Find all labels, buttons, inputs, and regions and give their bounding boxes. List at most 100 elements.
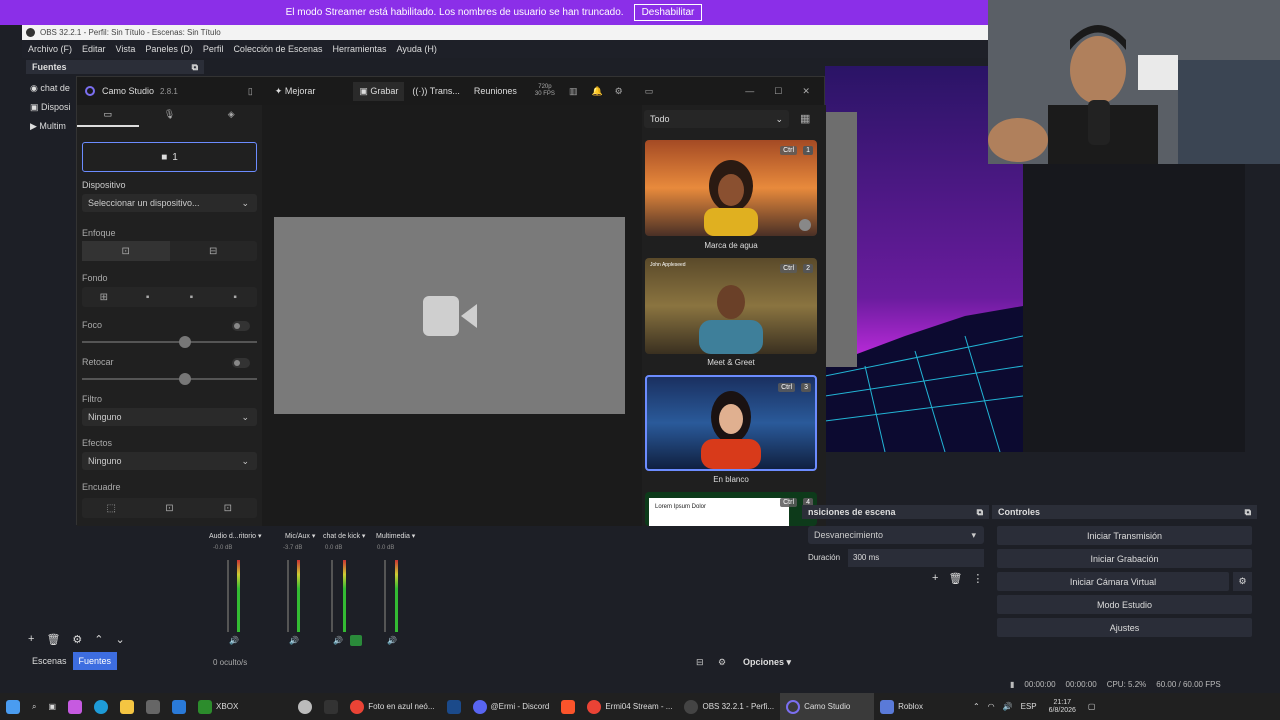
trash-icon[interactable]: 🗑 [948, 572, 962, 585]
scene-card[interactable]: John Appleseed Ctrl 2 [645, 258, 817, 354]
up-icon[interactable]: ⌃ [94, 633, 103, 646]
mixer-channel-name[interactable]: Audio d...ritorio ▾ [209, 532, 281, 540]
taskbar-discord[interactable]: @Ermi - Discord [467, 693, 556, 720]
bg-blur-icon[interactable]: ▪ [126, 287, 170, 307]
copilot-icon[interactable] [62, 693, 88, 720]
more-icon[interactable]: ⋮ [972, 572, 983, 585]
taskbar-camo[interactable]: Camo Studio [780, 693, 875, 720]
overlay-tab-icon[interactable]: ◈ [200, 105, 262, 127]
speaker-icon[interactable]: 🔊 [387, 636, 397, 645]
slider-knob[interactable] [179, 373, 191, 385]
studio-mode-button[interactable]: Modo Estudio [997, 595, 1252, 614]
manual-focus-icon[interactable]: ⊟ [170, 241, 258, 261]
tab-escenas[interactable]: Escenas [26, 652, 73, 670]
device-select[interactable]: Seleccionar un dispositivo... ⌄ [82, 194, 257, 212]
grid-view-icon[interactable]: ▦ [800, 112, 810, 125]
menu-perfil[interactable]: Perfil [203, 44, 224, 54]
sidebar-toggle-icon[interactable]: ▯ [248, 86, 253, 97]
bell-icon[interactable]: 🔔 [591, 86, 602, 97]
volume-fader[interactable] [331, 560, 333, 632]
app-icon[interactable] [166, 693, 192, 720]
volume-icon[interactable]: 🔊 [1003, 702, 1013, 711]
video-tab-icon[interactable]: ▭ [77, 105, 139, 127]
improve-button[interactable]: ✦ Mejorar [275, 86, 316, 97]
volume-fader[interactable] [227, 560, 229, 632]
tray-chevron-icon[interactable]: ⌃ [973, 702, 980, 711]
tab-fuentes[interactable]: Fuentes [72, 652, 118, 670]
scene-card[interactable]: Ctrl 1 [645, 140, 817, 236]
add-icon[interactable]: + [28, 633, 34, 646]
down-icon[interactable]: ⌄ [116, 633, 125, 646]
menu-herramientas[interactable]: Herramientas [333, 44, 387, 54]
menu-paneles[interactable]: Paneles (D) [145, 44, 193, 54]
language-indicator[interactable]: ESP [1021, 702, 1037, 711]
mixer-channel-name[interactable]: chat de kick ▾ [323, 532, 375, 540]
bg-replace-icon[interactable]: ▪ [170, 287, 214, 307]
maximize-icon[interactable]: ☐ [774, 86, 782, 97]
menu-ayuda[interactable]: Ayuda (H) [397, 44, 437, 54]
slider-knob[interactable] [179, 336, 191, 348]
mixer-channel-name[interactable]: Multimedia ▾ [376, 532, 428, 540]
notifications-icon[interactable]: ▢ [1082, 693, 1102, 720]
add-icon[interactable]: + [932, 572, 938, 585]
layout-icon[interactable]: ▥ [569, 86, 578, 97]
start-button[interactable] [0, 693, 26, 720]
store-icon[interactable] [140, 693, 166, 720]
scene-filter-select[interactable]: Todo ⌄ [644, 110, 789, 128]
record-button[interactable]: ▣ Grabar [353, 81, 405, 101]
options-button[interactable]: Opciones ▾ [743, 657, 791, 668]
mixer-settings-icon[interactable]: ⚙ [718, 657, 726, 668]
retouch-slider[interactable] [82, 373, 257, 385]
trash-icon[interactable]: 🗑 [46, 633, 60, 646]
minimize-icon[interactable]: — [745, 86, 754, 96]
speaker-icon[interactable]: 🔊 [333, 636, 343, 645]
audio-tab-icon[interactable]: 🎙 [139, 105, 201, 127]
disable-streamer-button[interactable]: Deshabilitar [633, 4, 703, 21]
speaker-icon[interactable]: 🔊 [229, 636, 239, 645]
bg-remove-icon[interactable]: ▪ [213, 287, 257, 307]
foco-slider[interactable] [82, 336, 257, 348]
taskbar-obs[interactable]: OBS 32.2.1 - Perfi... [678, 693, 780, 720]
camera-slot-button[interactable]: ■ 1 [82, 142, 257, 172]
chrome-icon[interactable] [292, 693, 318, 720]
start-recording-button[interactable]: Iniciar Grabación [997, 549, 1252, 568]
steam-icon[interactable] [441, 693, 467, 720]
headphone-monitor-icon[interactable] [350, 635, 362, 646]
task-view-icon[interactable]: ▣ [42, 693, 62, 720]
effects-select[interactable]: Ninguno ⌄ [82, 452, 257, 470]
start-virtual-camera-button[interactable]: Iniciar Cámara Virtual [997, 572, 1229, 591]
meetings-button[interactable]: Reuniones [474, 86, 517, 96]
search-icon[interactable]: ⌕ [26, 693, 42, 720]
volume-fader[interactable] [384, 560, 386, 632]
scene-card[interactable]: Lorem Ipsum Dolor Ctrl 4 [645, 492, 817, 526]
settings-button[interactable]: Ajustes [997, 618, 1252, 637]
taskbar-stream[interactable]: Ermi04 Stream - ... [581, 693, 678, 720]
menu-editar[interactable]: Editar [82, 44, 106, 54]
start-stream-button[interactable]: Iniciar Transmisión [997, 526, 1252, 545]
undock-icon[interactable]: ⧉ [1245, 507, 1251, 518]
undock-icon[interactable]: ⧉ [977, 507, 983, 518]
bg-none-icon[interactable]: ⊞ [82, 287, 126, 307]
frame-auto-icon[interactable]: ⬚ [82, 498, 140, 518]
mixer-layout-icon[interactable]: ⊟ [696, 657, 704, 668]
close-icon[interactable]: ✕ [802, 86, 810, 97]
menu-archivo[interactable]: Archivo (F) [28, 44, 72, 54]
retouch-toggle[interactable] [232, 358, 250, 368]
frame-wide-icon[interactable]: ⊡ [199, 498, 257, 518]
panel-toggle-icon[interactable]: ▭ [645, 86, 654, 97]
duration-input[interactable]: 300 ms [848, 549, 984, 567]
filter-select[interactable]: Ninguno ⌄ [82, 408, 257, 426]
gear-icon[interactable]: ⚙ [72, 633, 82, 646]
taskbar-roblox[interactable]: Roblox [874, 693, 929, 720]
undock-icon[interactable]: ⧉ [192, 62, 198, 73]
virtual-camera-settings-icon[interactable]: ⚙ [1233, 572, 1252, 591]
source-item[interactable]: ◉ chat de [30, 79, 78, 98]
scene-card-selected[interactable]: Ctrl 3 [645, 375, 817, 471]
epic-icon[interactable] [318, 693, 344, 720]
clock[interactable]: 21:17 6/8/2026 [1043, 693, 1082, 720]
settings-icon[interactable]: ⚙ [615, 86, 623, 97]
stream-button[interactable]: ((·)) Trans... [412, 86, 460, 96]
taskbar-xbox[interactable]: XBOX [192, 693, 244, 720]
speaker-icon[interactable]: 🔊 [289, 636, 299, 645]
source-item[interactable]: ▣ Disposi [30, 98, 78, 117]
